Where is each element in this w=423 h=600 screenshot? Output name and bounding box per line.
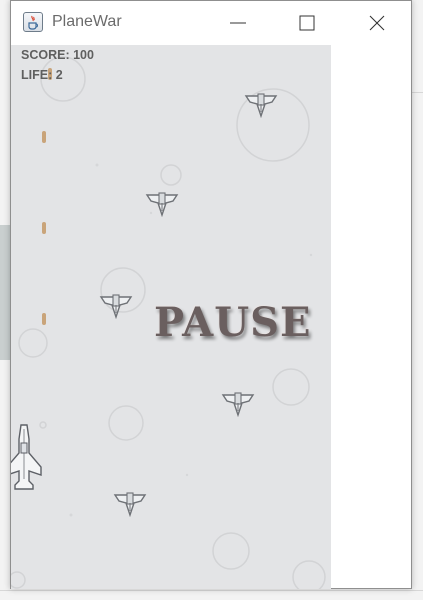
minimize-icon [230, 22, 246, 24]
enemy-plane [221, 392, 255, 417]
player-bullet [42, 313, 46, 325]
window-title: PlaneWar [52, 13, 122, 30]
minimize-button[interactable] [215, 1, 261, 45]
score-label: SCORE: 100 [21, 48, 94, 62]
title-bar[interactable]: PlaneWar [11, 1, 411, 45]
player-bullet [42, 131, 46, 143]
background-divider [412, 92, 423, 93]
pause-overlay-text: PAUSE [154, 299, 312, 346]
background-divider [0, 590, 423, 591]
enemy-plane [244, 93, 278, 118]
maximize-icon [299, 15, 315, 31]
planewar-window: PlaneWar SCORE: 100 LIFE: 2 PAUSE [10, 0, 412, 589]
close-icon [369, 15, 385, 31]
background-panel [0, 225, 10, 360]
enemy-plane [99, 294, 133, 319]
enemy-plane [145, 192, 179, 217]
player-bullet [42, 222, 46, 234]
enemy-plane [113, 492, 147, 517]
life-label: LIFE: 2 [21, 68, 63, 82]
maximize-button[interactable] [284, 1, 330, 45]
close-button[interactable] [354, 1, 400, 45]
game-canvas[interactable]: SCORE: 100 LIFE: 2 PAUSE [11, 45, 331, 589]
player-plane [11, 424, 42, 490]
java-app-icon [23, 12, 43, 32]
